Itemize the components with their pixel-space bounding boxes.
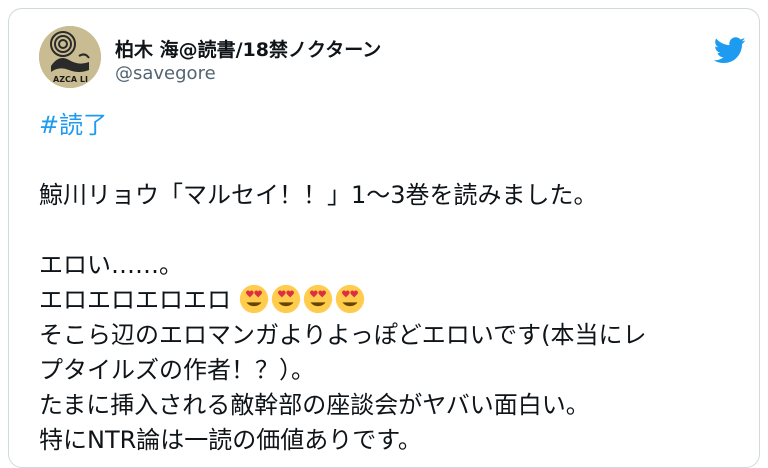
hashtag-line: #読了 [39,108,739,143]
smiling-face-with-heart-eyes-icon [271,284,300,314]
twitter-bird-icon[interactable] [713,37,746,64]
emoji-group [231,284,367,314]
tweet-line-5: プタイルズの作者！？）。 [39,356,315,384]
avatar-image: AZCA LI [39,26,101,88]
tweet-line-6: たまに挿入される敵幹部の座談会がヤバい面白い。 [39,391,590,419]
smiling-face-with-heart-eyes-icon [335,284,364,314]
smiling-face-with-heart-eyes-icon [239,284,268,314]
avatar[interactable]: AZCA LI [39,26,101,88]
user-handle[interactable]: @savegore [115,63,216,84]
tweet-line-3: エロエロエロエロ [39,283,739,318]
tweet-line-3-text: エロエロエロエロ [39,286,231,314]
tweet-line-1: 鯨川リョウ「マルセイ！！」1〜3巻を読みました。 [39,181,598,209]
tweet-card[interactable]: AZCA LI 柏木 海@読書/18禁ノクターン @savegore #読了 鯨… [8,8,760,468]
tweet-text: #読了 鯨川リョウ「マルセイ！！」1〜3巻を読みました。 エロい……。 エロエロ… [39,108,739,458]
smiling-face-with-heart-eyes-icon [303,284,332,314]
hashtag-link[interactable]: #読了 [39,111,107,139]
tweet-line-4: そこら辺のエロマンガよりよっぽどエロいです(本当にレ [39,321,647,349]
svg-text:AZCA LI: AZCA LI [53,75,88,84]
tweet-line-7: 特にNTR論は一読の価値ありです。 [39,426,422,454]
tweet-line-2: エロい……。 [39,251,183,279]
display-name[interactable]: 柏木 海@読書/18禁ノクターン [115,35,381,62]
